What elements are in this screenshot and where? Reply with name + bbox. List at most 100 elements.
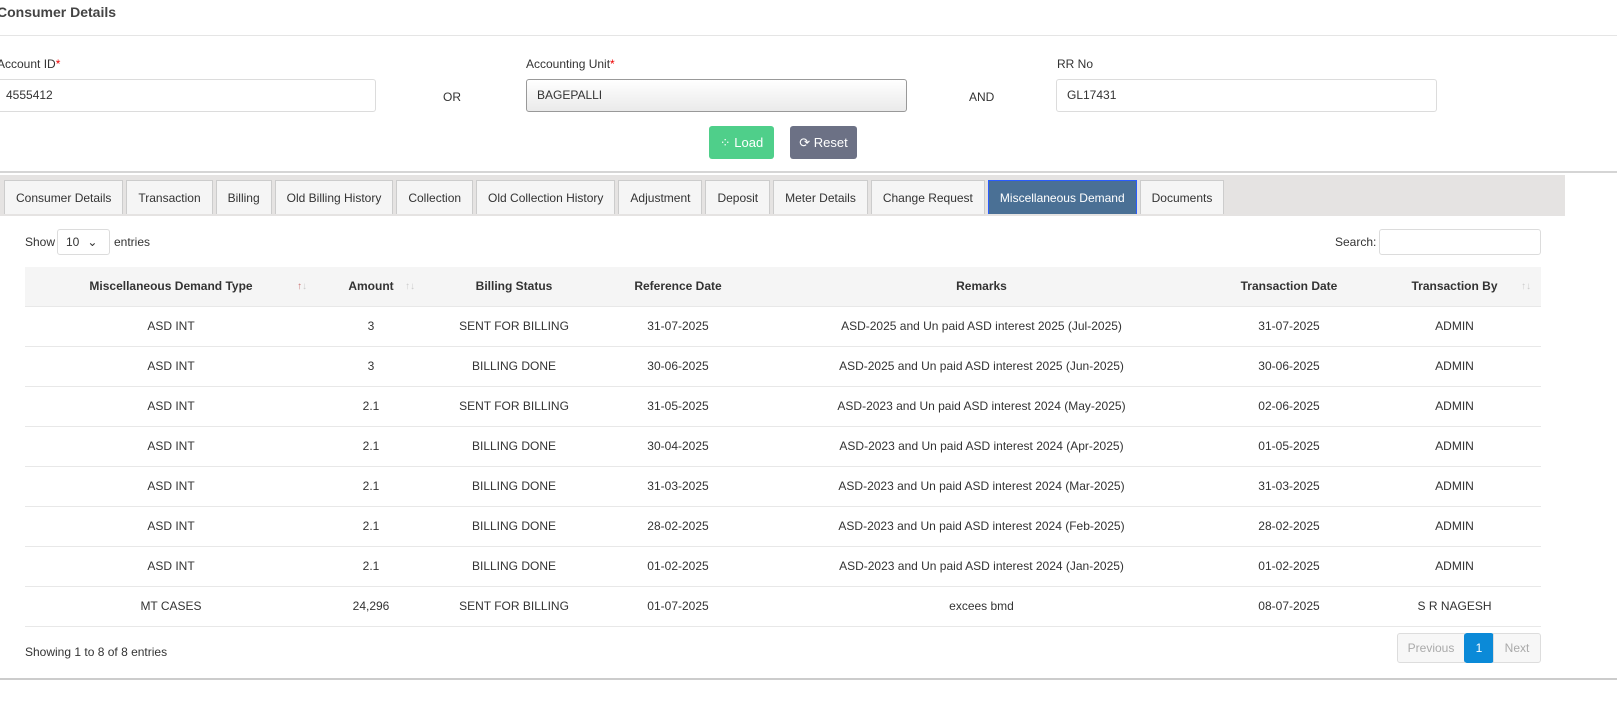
account-id-input[interactable]: 4555412	[0, 79, 376, 112]
tab-bar: Consumer Details Transaction Billing Old Bi…	[0, 175, 1565, 216]
next-button[interactable]: Next	[1493, 633, 1541, 663]
table-cell: BILLING DONE	[425, 345, 603, 386]
column-header[interactable]: Miscellaneous Demand Type ↑↓	[25, 267, 317, 306]
rr-no-label: RR No	[1057, 57, 1094, 71]
table-row: ASD INT 2.1 SENT FOR BILLING 31-05-2025 ASD-…	[25, 385, 1541, 426]
tab-adjustment[interactable]: Adjustment	[618, 180, 703, 214]
tab-billing[interactable]: Billing	[215, 180, 272, 214]
table-cell: 31-05-2025	[603, 385, 753, 426]
table-cell: ASD INT	[25, 505, 317, 546]
table-cell: ASD INT	[25, 465, 317, 506]
show-label: Show	[25, 235, 56, 249]
table-cell: 31-07-2025	[1210, 305, 1368, 346]
rr-no-input[interactable]: GL17431	[1056, 79, 1437, 112]
tab-collection[interactable]: Collection	[396, 180, 474, 214]
tab-deposit[interactable]: Deposit	[705, 180, 771, 214]
table-row: ASD INT 3 SENT FOR BILLING 31-07-2025 ASD-20…	[25, 305, 1541, 346]
table-cell: ADMIN	[1368, 425, 1541, 466]
table-cell: 28-02-2025	[1210, 505, 1368, 546]
search-label: Search:	[1335, 235, 1377, 249]
table-cell: 30-04-2025	[603, 425, 753, 466]
column-header[interactable]: Transaction Date	[1210, 267, 1368, 306]
table-cell: BILLING DONE	[425, 505, 603, 546]
and-label: AND	[969, 90, 995, 104]
table-row: MT CASES 24,296 SENT FOR BILLING 01-07-2025…	[25, 585, 1541, 627]
search-input[interactable]	[1379, 229, 1541, 255]
page-1-button[interactable]: 1	[1464, 633, 1494, 663]
column-header[interactable]: Remarks	[753, 267, 1210, 306]
table-cell: ASD-2023 and Un paid ASD interest 2024 (…	[753, 505, 1210, 546]
refresh-icon: ⟳	[799, 135, 814, 150]
tab-meter-details[interactable]: Meter Details	[773, 180, 868, 214]
column-header[interactable]: Transaction By ↑↓	[1368, 267, 1541, 306]
tab-consumer-details[interactable]: Consumer Details	[4, 180, 124, 214]
table-cell: 08-07-2025	[1210, 585, 1368, 627]
divider	[0, 678, 1617, 680]
table-cell: 01-07-2025	[603, 585, 753, 627]
table-row: ASD INT 2.1 BILLING DONE 30-04-2025 ASD-2023…	[25, 425, 1541, 466]
load-button[interactable]: ⁘ Load	[709, 126, 774, 159]
or-label: OR	[443, 90, 461, 104]
account-id-label: Account ID*	[0, 57, 61, 71]
entries-select[interactable]: 10 ⌄	[57, 229, 110, 255]
tab-change-request[interactable]: Change Request	[870, 180, 985, 214]
sort-icon[interactable]: ↑↓	[1521, 281, 1531, 292]
table-cell: BILLING DONE	[425, 465, 603, 506]
tab-transaction[interactable]: Transaction	[126, 180, 213, 214]
divider	[0, 171, 1617, 173]
table-cell: 24,296	[317, 585, 425, 627]
table-cell: ADMIN	[1368, 505, 1541, 546]
column-header-label: Transaction By	[1411, 279, 1498, 294]
table-cell: 2.1	[317, 505, 425, 546]
table-cell: ASD INT	[25, 345, 317, 386]
table-cell: 02-06-2025	[1210, 385, 1368, 426]
accounting-unit-select[interactable]: BAGEPALLI	[526, 79, 907, 112]
table-cell: 2.1	[317, 425, 425, 466]
table-cell: 01-05-2025	[1210, 425, 1368, 466]
table-cell: 31-07-2025	[603, 305, 753, 346]
column-header[interactable]: Billing Status	[425, 267, 603, 306]
table-cell: ASD-2025 and Un paid ASD interest 2025 (…	[753, 305, 1210, 346]
table-cell: BILLING DONE	[425, 545, 603, 586]
table-cell: SENT FOR BILLING	[425, 385, 603, 426]
column-header[interactable]: Reference Date	[603, 267, 753, 306]
table-cell: 31-03-2025	[1210, 465, 1368, 506]
chevron-down-icon: ⌄	[87, 235, 98, 249]
sort-icon[interactable]: ↑↓	[405, 281, 415, 292]
table-cell: SENT FOR BILLING	[425, 585, 603, 627]
table-row: ASD INT 3 BILLING DONE 30-06-2025 ASD-2025 a…	[25, 345, 1541, 386]
table-cell: excees bmd	[753, 585, 1210, 627]
tab-old-collection-history[interactable]: Old Collection History	[476, 180, 616, 214]
table-cell: 30-06-2025	[603, 345, 753, 386]
column-header[interactable]: Amount ↑↓	[317, 267, 425, 306]
spinner-icon: ⁘	[719, 135, 735, 150]
table-row: ASD INT 2.1 BILLING DONE 01-02-2025 ASD-2023…	[25, 545, 1541, 586]
table-cell: 3	[317, 305, 425, 346]
table-cell: ASD INT	[25, 385, 317, 426]
sort-icon[interactable]: ↑↓	[297, 281, 307, 292]
table-row: ASD INT 2.1 BILLING DONE 28-02-2025 ASD-2023…	[25, 505, 1541, 546]
table-cell: 3	[317, 345, 425, 386]
table-cell: MT CASES	[25, 585, 317, 627]
misc-demand-table: Miscellaneous Demand Type ↑↓ Amount ↑↓ Billi…	[25, 267, 1541, 627]
table-cell: ADMIN	[1368, 465, 1541, 506]
accounting-unit-label: Accounting Unit*	[526, 57, 615, 71]
table-cell: 31-03-2025	[603, 465, 753, 506]
table-row: ASD INT 2.1 BILLING DONE 31-03-2025 ASD-2023…	[25, 465, 1541, 506]
table-cell: ASD-2023 and Un paid ASD interest 2024 (…	[753, 465, 1210, 506]
table-cell: ASD INT	[25, 305, 317, 346]
previous-button[interactable]: Previous	[1397, 633, 1465, 663]
table-cell: ASD-2023 and Un paid ASD interest 2024 (…	[753, 385, 1210, 426]
column-header-label: Miscellaneous Demand Type	[89, 279, 253, 294]
table-cell: ASD-2023 and Un paid ASD interest 2024 (…	[753, 545, 1210, 586]
table-cell: 30-06-2025	[1210, 345, 1368, 386]
column-header-label: Remarks	[956, 279, 1007, 294]
table-cell: 01-02-2025	[1210, 545, 1368, 586]
tab-documents[interactable]: Documents	[1139, 180, 1225, 214]
table-cell: ADMIN	[1368, 305, 1541, 346]
reset-button[interactable]: ⟳ Reset	[790, 126, 857, 159]
column-header-label: Billing Status	[475, 279, 553, 294]
table-cell: ADMIN	[1368, 545, 1541, 586]
tab-miscellaneous-demand[interactable]: Miscellaneous Demand	[987, 180, 1137, 214]
tab-old-billing-history[interactable]: Old Billing History	[274, 180, 394, 214]
